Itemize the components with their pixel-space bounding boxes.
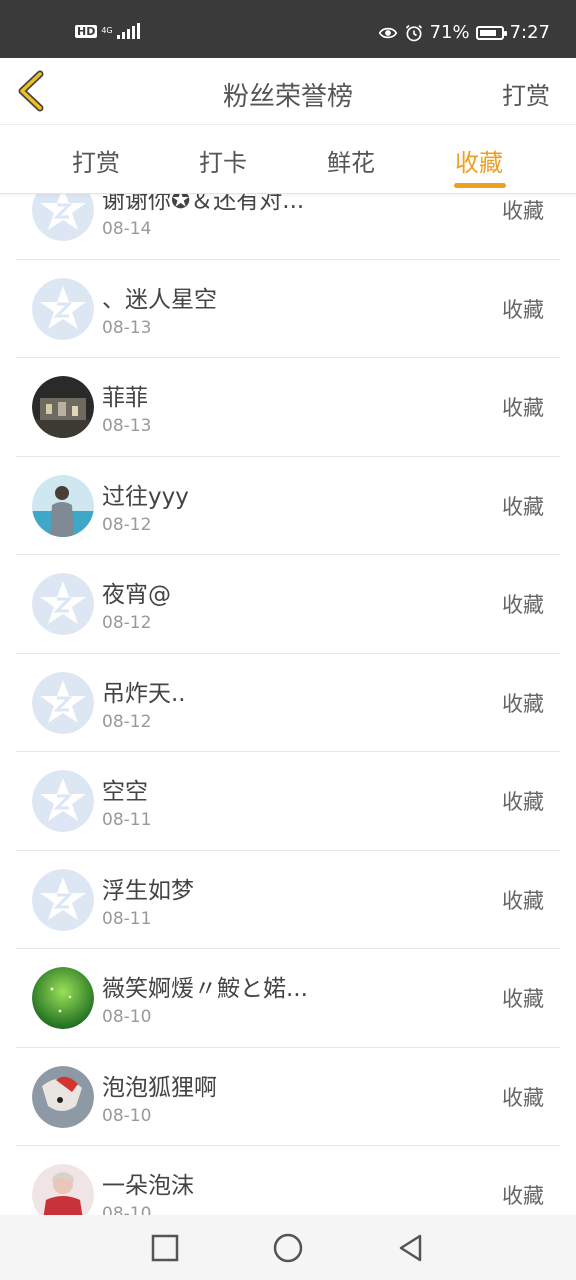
clock: 7:27	[509, 22, 550, 43]
fan-list-content: 谢谢你✪＆还有对... 08-14 收藏 、迷人星空 08-13 收藏 菲菲 0…	[16, 193, 560, 1215]
list-item[interactable]: 浮生如梦 08-11 收藏	[16, 851, 560, 949]
user-name: 、迷人星空	[102, 286, 217, 313]
list-item[interactable]: 过往yyy 08-12 收藏	[16, 457, 560, 555]
active-tab-indicator	[454, 183, 506, 188]
home-icon[interactable]	[271, 1231, 305, 1265]
favorite-label: 收藏	[502, 691, 544, 716]
default-avatar-icon	[32, 573, 94, 635]
item-date: 08-13	[102, 317, 152, 338]
signal-icon	[116, 23, 140, 39]
list-item[interactable]: 空空 08-11 收藏	[16, 752, 560, 851]
app-header: 粉丝荣誉榜 打赏	[0, 58, 576, 125]
favorite-label: 收藏	[502, 888, 544, 913]
photo-avatar	[32, 1164, 94, 1215]
user-name: 泡泡狐狸啊	[102, 1074, 217, 1101]
default-avatar-icon	[32, 277, 94, 340]
list-item[interactable]: 谢谢你✪＆还有对... 08-14 收藏	[16, 193, 560, 260]
user-name: 嶶笑婀煖〃鮟と婼...	[102, 976, 308, 1002]
favorite-label: 收藏	[502, 199, 544, 223]
favorite-label: 收藏	[502, 790, 544, 814]
favorite-label: 收藏	[502, 1085, 544, 1110]
item-date: 08-12	[102, 613, 152, 633]
item-date: 08-11	[102, 908, 152, 929]
hd-indicator: HD	[75, 24, 98, 38]
user-name: 过往yyy	[102, 483, 189, 510]
battery-percent: 71%	[429, 22, 470, 43]
favorite-label: 收藏	[502, 593, 544, 617]
network-indicator: 4G	[101, 26, 113, 35]
favorite-label: 收藏	[502, 297, 544, 322]
status-bar: HD 4G 71% 7:27	[0, 0, 576, 58]
photo-avatar	[32, 1065, 94, 1128]
favorite-label: 收藏	[502, 494, 544, 519]
alarm-icon	[405, 24, 422, 41]
status-right: 71% 7:27	[378, 22, 550, 43]
recent-apps-icon[interactable]	[148, 1231, 182, 1265]
list-item[interactable]: 一朵泡沫 08-10 收藏	[16, 1146, 560, 1215]
fan-list[interactable]: 谢谢你✪＆还有对... 08-14 收藏 、迷人星空 08-13 收藏 菲菲 0…	[16, 193, 560, 1215]
item-date: 08-10	[102, 1007, 152, 1027]
list-item[interactable]: 泡泡狐狸啊 08-10 收藏	[16, 1048, 560, 1146]
eye-icon	[378, 27, 397, 38]
photo-avatar	[32, 376, 94, 438]
user-name: 谢谢你✪＆还有对...	[102, 193, 305, 214]
user-name: 吊炸天..	[102, 680, 186, 707]
item-date: 08-12	[102, 711, 152, 732]
favorite-label: 收藏	[502, 396, 544, 420]
status-left: HD 4G	[75, 23, 140, 39]
tab-favorites[interactable]: 收藏	[455, 143, 503, 178]
tab-checkin[interactable]: 打卡	[199, 143, 247, 178]
list-item[interactable]: 夜宵@ 08-12 收藏	[16, 555, 560, 654]
item-date: 08-11	[102, 810, 152, 830]
user-name: 浮生如梦	[102, 877, 194, 904]
item-date: 08-10	[102, 1204, 152, 1215]
battery-icon	[475, 25, 507, 40]
back-icon[interactable]	[394, 1231, 428, 1265]
user-name: 夜宵@	[102, 582, 171, 608]
list-item[interactable]: 嶶笑婀煖〃鮟と婼... 08-10 收藏	[16, 949, 560, 1048]
user-name: 一朵泡沫	[102, 1173, 194, 1199]
reward-button[interactable]: 打赏	[502, 76, 550, 111]
user-name: 菲菲	[102, 385, 148, 411]
system-nav-bar	[0, 1215, 576, 1280]
photo-avatar	[32, 474, 94, 537]
item-date: 08-14	[102, 219, 152, 239]
tab-reward[interactable]: 打赏	[72, 143, 120, 178]
default-avatar-icon	[32, 868, 94, 931]
list-item[interactable]: 菲菲 08-13 收藏	[16, 358, 560, 457]
favorite-label: 收藏	[502, 987, 544, 1011]
default-avatar-icon	[32, 671, 94, 734]
list-item[interactable]: 、迷人星空 08-13 收藏	[16, 260, 560, 358]
default-avatar-icon	[32, 193, 94, 241]
tab-flowers[interactable]: 鲜花	[327, 143, 375, 178]
tab-bar: 打赏 打卡 鲜花 收藏	[0, 125, 576, 194]
item-date: 08-10	[102, 1105, 152, 1126]
default-avatar-icon	[32, 770, 94, 832]
page-title: 粉丝荣誉榜	[222, 82, 353, 112]
photo-avatar	[32, 967, 94, 1029]
favorite-label: 收藏	[502, 1184, 544, 1208]
item-date: 08-13	[102, 416, 152, 436]
item-date: 08-12	[102, 514, 152, 535]
user-name: 空空	[102, 779, 148, 805]
list-item[interactable]: 吊炸天.. 08-12 收藏	[16, 654, 560, 752]
